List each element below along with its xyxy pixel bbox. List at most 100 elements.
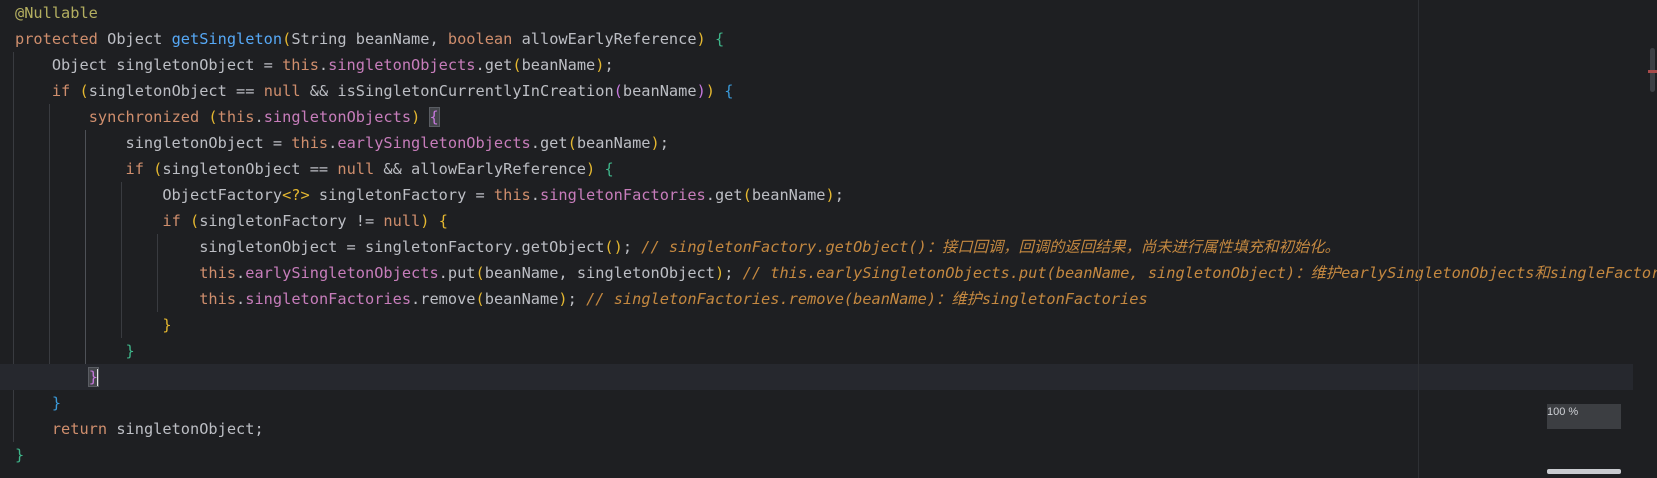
code-token: if [51,82,80,100]
code-token: ) [705,82,715,100]
code-token: ( [742,186,752,204]
code-line[interactable]: ObjectFactory<?> singletonFactory = this… [15,182,1633,208]
code-token: null [337,160,375,178]
code-token: . [318,56,329,74]
code-token: singletonObject == [88,82,264,100]
code-token: ) [558,290,568,308]
code-token: singletonFactory != [199,212,384,230]
code-token: singletonObject = [15,134,292,152]
code-token: beanName [751,186,826,204]
error-stripe-marker[interactable] [1648,70,1657,73]
code-line[interactable]: synchronized (this.singletonObjects) { [15,104,1633,130]
code-line[interactable]: } [15,442,1633,468]
code-editor[interactable]: @Nullable protected Object getSingleton(S… [0,0,1657,478]
code-token: { [714,30,725,48]
code-token: this [493,186,531,204]
code-token: beanName [622,82,697,100]
zoom-indicator: 100 % [1547,404,1621,429]
code-token: && allowEarlyReference [374,160,587,178]
code-line[interactable]: } [0,364,1633,390]
code-token: Object singletonObject = [15,56,283,74]
code-line[interactable]: singletonObject = singletonFactory.getOb… [15,234,1633,260]
code-line[interactable]: } [15,338,1633,364]
code-token: ( [475,290,485,308]
code-token: { [438,212,448,230]
code-token: this [217,108,255,126]
code-token: .get [530,134,568,152]
code-token: ; [659,134,669,152]
code-token: ( [79,82,89,100]
code-token: ; [567,290,587,308]
code-line[interactable]: return singletonObject; [15,416,1633,442]
code-token: .get [475,56,513,74]
code-token: this [291,134,329,152]
zoom-label: 100 % [1547,406,1579,418]
code-line[interactable]: } [15,390,1633,416]
code-token: this [199,264,237,282]
code-token: . [530,186,540,204]
code-token: boolean [447,30,522,48]
code-token: ; [834,186,844,204]
code-token: ( [475,264,485,282]
code-line[interactable]: } [15,312,1633,338]
code-token: null [383,212,421,230]
code-token: ; [604,56,614,74]
code-token: String beanName, [291,30,448,48]
code-token: ) [586,160,596,178]
code-line[interactable]: if (singletonObject == null && allowEarl… [15,156,1633,182]
code-line[interactable]: if (singletonObject == null && isSinglet… [15,78,1633,104]
code-token: // this.earlySingletonObjects.put(beanNa… [742,264,1657,282]
code-token: earlySingletonObjects [245,264,439,282]
code-token: earlySingletonObjects [337,134,531,152]
code-token: Object [107,30,172,48]
code-token: ) [714,264,725,282]
code-line[interactable]: @Nullable [15,0,1633,26]
code-token: { [604,160,614,178]
code-line[interactable]: singletonObject = this.earlySingletonObj… [15,130,1633,156]
code-token: singletonObjects [263,108,412,126]
code-token: } [125,342,135,360]
code-line[interactable]: if (singletonFactory != null) { [15,208,1633,234]
code-token: ( [153,160,163,178]
text-caret [96,368,99,387]
code-token: ( [613,82,623,100]
code-token: singletonObject; [116,420,264,438]
code-token: ; [724,264,743,282]
code-token: beanName [521,56,596,74]
code-token: .remove [411,290,476,308]
vertical-scrollbar[interactable] [1645,0,1657,478]
code-line[interactable]: this.earlySingletonObjects.put(beanName,… [15,260,1657,286]
code-token: synchronized [88,108,209,126]
code-token: . [254,108,264,126]
code-token: ( [567,134,577,152]
code-token: if [125,160,154,178]
code-token: . [328,134,338,152]
code-token: } [162,316,172,334]
code-token: ) [825,186,835,204]
code-token: ( [190,212,200,230]
code-token: } [15,446,25,464]
horizontal-scrollbar[interactable] [1547,469,1621,474]
code-token: ( [208,108,218,126]
code-token: ( [282,30,292,48]
code-token: ) [650,134,660,152]
code-token: this [282,56,319,74]
code-token: beanName [484,290,559,308]
code-area[interactable]: @Nullable protected Object getSingleton(S… [0,0,1657,468]
code-line[interactable]: this.singletonFactories.remove(beanName)… [15,286,1633,312]
code-token: beanName [576,134,651,152]
code-line[interactable]: protected Object getSingleton(String bea… [15,26,1633,52]
code-line[interactable]: Object singletonObject = this.singletonO… [15,52,1633,78]
